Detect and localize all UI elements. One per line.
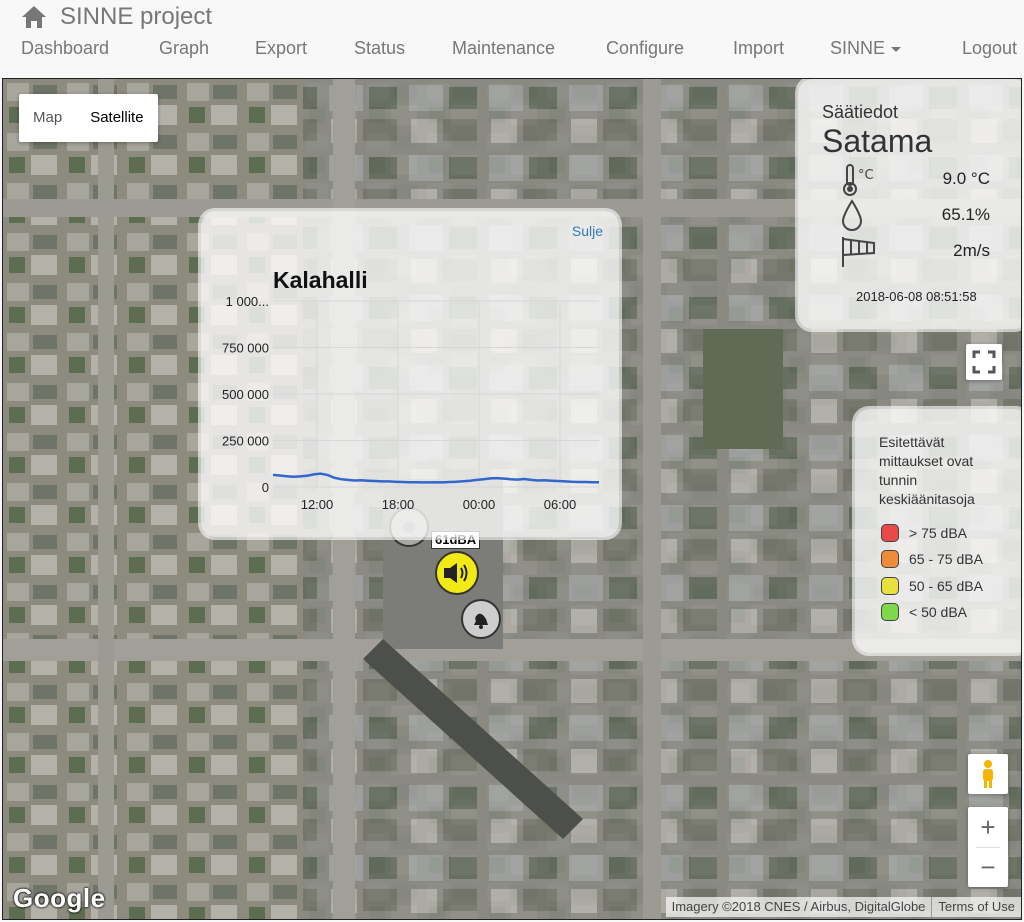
google-logo: Google xyxy=(13,883,106,913)
map-type-map-button[interactable]: Map xyxy=(19,94,76,142)
legend-item-green: < 50 dBA xyxy=(881,602,967,622)
sound-sensor-marker[interactable] xyxy=(435,551,479,595)
weather-panel: Säätiedot Satama °C 9.0 °C 65.1% 2m/s 20… xyxy=(798,79,1021,329)
street-view-pegman[interactable] xyxy=(968,754,1008,794)
legend-label: 65 - 75 dBA xyxy=(909,551,983,567)
zoom-divider xyxy=(976,847,1000,848)
y-tick-label: 0 xyxy=(262,480,269,495)
nav-logout[interactable]: Logout xyxy=(962,38,1017,59)
nav-configure[interactable]: Configure xyxy=(606,38,684,59)
caret-down-icon xyxy=(891,46,902,52)
x-tick-label: 12:00 xyxy=(301,497,334,512)
x-tick-label: 18:00 xyxy=(382,497,415,512)
zoom-in-button[interactable]: + xyxy=(968,807,1008,847)
legend-label: 50 - 65 dBA xyxy=(909,578,983,594)
nav-sinne-label: SINNE xyxy=(830,38,886,58)
weather-humidity-row: 65.1% xyxy=(840,199,990,233)
terms-of-use-link[interactable]: Terms of Use xyxy=(931,897,1021,917)
y-tick-label: 1 000... xyxy=(226,294,269,309)
legend-swatch xyxy=(881,550,899,568)
zoom-control: + − xyxy=(968,807,1008,887)
map-type-satellite-button[interactable]: Satellite xyxy=(76,94,157,142)
weather-heading: Säätiedot xyxy=(822,102,899,122)
legend-label: > 75 dBA xyxy=(909,525,967,541)
weather-timestamp: 2018-06-08 08:51:58 xyxy=(856,289,977,304)
svg-text:°C: °C xyxy=(858,168,874,183)
nav-menu: Dashboard Graph Export Status Maintenanc… xyxy=(0,38,1024,62)
wind-value: 2m/s xyxy=(953,241,990,260)
y-tick-label: 250 000 xyxy=(222,434,269,449)
nav-status[interactable]: Status xyxy=(354,38,405,59)
imagery-attribution: Imagery ©2018 CNES / Airbus, DigitalGlob… xyxy=(671,899,926,914)
gramophone-icon xyxy=(474,613,488,629)
weather-location: Satama xyxy=(822,123,933,159)
x-tick-label: 06:00 xyxy=(544,497,577,512)
legend-swatch xyxy=(881,577,899,595)
nav-sinne-dropdown[interactable]: SINNE xyxy=(830,38,902,59)
zoom-out-button[interactable]: − xyxy=(968,847,1008,887)
legend-item-yellow: 50 - 65 dBA xyxy=(881,576,983,596)
temperature-value: 9.0 °C xyxy=(942,169,990,188)
y-tick-label: 750 000 xyxy=(222,341,269,356)
legend-item-red: > 75 dBA xyxy=(881,523,967,543)
nav-graph[interactable]: Graph xyxy=(159,38,209,59)
weather-temperature-row: °C 9.0 °C xyxy=(840,163,990,197)
weather-wind-row: 2m/s xyxy=(840,235,990,269)
fullscreen-button[interactable] xyxy=(966,344,1002,380)
home-icon xyxy=(22,6,46,28)
legend-note: Esitettävät mittaukset ovat tunnin keski… xyxy=(879,434,975,507)
camera-sensor-marker[interactable] xyxy=(461,599,501,639)
nav-maintenance[interactable]: Maintenance xyxy=(452,38,555,59)
chart-series-line xyxy=(272,472,599,484)
y-tick-label: 500 000 xyxy=(222,387,269,402)
noise-line-chart: 0 250 000 500 000 750 000 1 000... 12:00 18:00… xyxy=(222,294,599,512)
noise-legend: Esitettävät mittaukset ovat tunnin keski… xyxy=(855,409,1021,653)
brand[interactable]: SINNE project xyxy=(20,2,212,32)
windsock-icon xyxy=(842,237,875,267)
x-tick-label: 00:00 xyxy=(463,497,496,512)
humidity-value: 65.1% xyxy=(941,205,990,224)
brand-title: SINNE project xyxy=(60,3,213,30)
raindrop-icon xyxy=(841,199,863,231)
pegman-icon xyxy=(983,760,993,788)
map-credits: Imagery ©2018 CNES / Airbus, DigitalGlob… xyxy=(665,897,1021,917)
legend-swatch xyxy=(881,603,899,621)
fullscreen-icon xyxy=(972,350,996,374)
nav-dashboard[interactable]: Dashboard xyxy=(21,38,109,59)
nav-export[interactable]: Export xyxy=(255,38,307,59)
map-type-control: Map Satellite xyxy=(19,94,158,142)
legend-item-orange: 65 - 75 dBA xyxy=(881,549,983,569)
legend-swatch xyxy=(881,524,899,542)
navbar: SINNE project Dashboard Graph Export Sta… xyxy=(0,0,1024,79)
nav-import[interactable]: Import xyxy=(733,38,784,59)
thermometer-icon: °C xyxy=(843,164,874,196)
speaker-icon xyxy=(444,563,468,583)
legend-label: < 50 dBA xyxy=(909,604,967,620)
station-popup: Sulje Kalahalli 0 250 000 500 000 750 000 1 … xyxy=(201,211,619,537)
map[interactable]: Map Satellite Säätiedot Satama °C 9.0 °C… xyxy=(2,78,1022,920)
